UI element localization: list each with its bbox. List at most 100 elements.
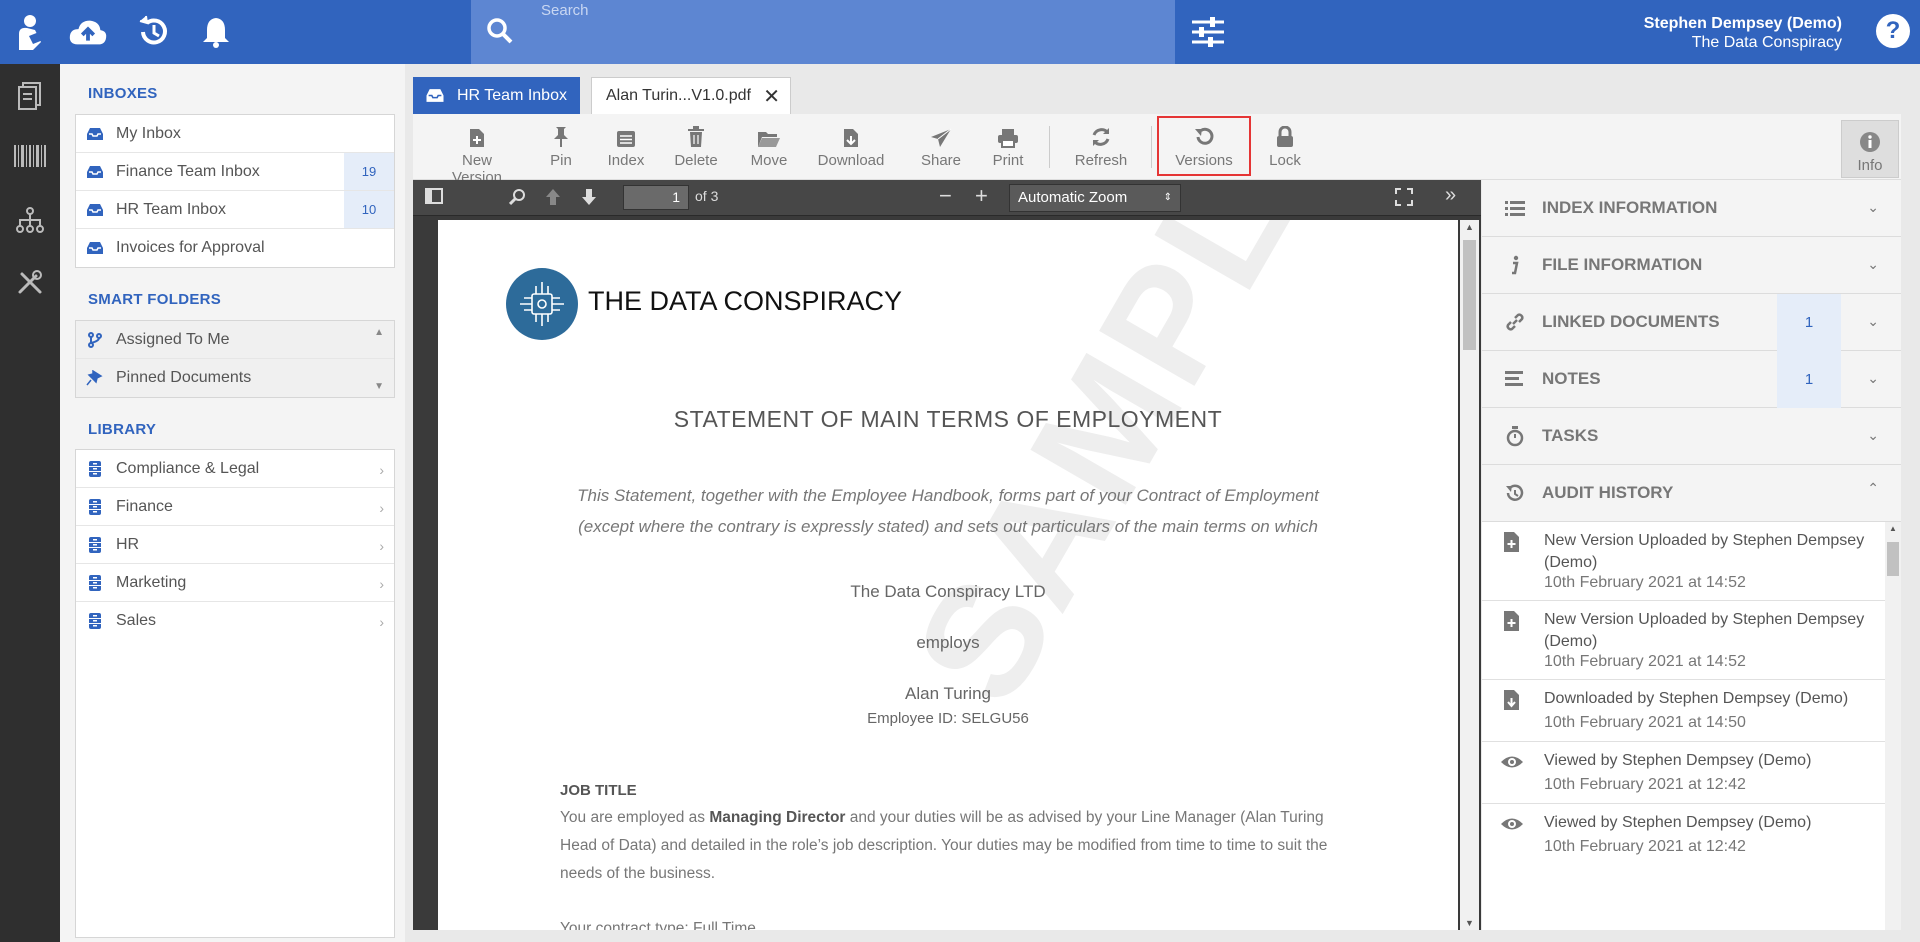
close-tab-icon[interactable]: ✕ bbox=[763, 84, 780, 109]
cloud-upload-icon[interactable] bbox=[68, 12, 108, 52]
audit-entry: Viewed by Stephen Dempsey (Demo) 10th Fe… bbox=[1482, 804, 1885, 866]
sidebar-toggle-icon[interactable] bbox=[425, 188, 443, 209]
search-input[interactable]: Search bbox=[541, 2, 589, 19]
scroll-down-icon[interactable]: ▼ bbox=[1465, 918, 1474, 928]
history-icon[interactable] bbox=[134, 12, 174, 52]
lock-icon bbox=[1277, 126, 1293, 147]
refresh-button[interactable]: Refresh bbox=[1071, 120, 1131, 176]
section-index-information[interactable]: INDEX INFORMATION ⌄ bbox=[1482, 180, 1901, 237]
pin-button[interactable]: Pin bbox=[541, 120, 581, 176]
notifications-bell-icon[interactable] bbox=[196, 12, 236, 52]
section-notes[interactable]: NOTES 1 ⌄ bbox=[1482, 351, 1901, 408]
notes-lines-icon bbox=[1505, 371, 1523, 386]
new-version-button[interactable]: New Version bbox=[435, 120, 519, 186]
inbox-item[interactable]: Invoices for Approval bbox=[76, 229, 394, 267]
versions-button[interactable]: Versions bbox=[1169, 120, 1239, 176]
inbox-item[interactable]: Finance Team Inbox 19 bbox=[76, 153, 394, 191]
pdf-scrollbar[interactable]: ▲ ▼ bbox=[1460, 220, 1479, 930]
scroll-thumb[interactable] bbox=[1463, 240, 1476, 350]
chevron-down-icon: ⌄ bbox=[1867, 199, 1879, 215]
library-heading: LIBRARY bbox=[88, 421, 157, 438]
library-item[interactable]: Compliance & Legal › bbox=[76, 450, 394, 488]
documents-icon[interactable] bbox=[14, 80, 46, 112]
section-audit-history[interactable]: AUDIT HISTORY ⌃ bbox=[1482, 465, 1901, 522]
zoom-in-icon[interactable]: + bbox=[975, 183, 988, 209]
section-title: AUDIT HISTORY bbox=[1542, 483, 1674, 502]
scroll-up-icon[interactable]: ▲ bbox=[1889, 524, 1897, 533]
tab-document[interactable]: Alan Turin...V1.0.pdf ✕ bbox=[591, 77, 791, 114]
find-icon[interactable] bbox=[508, 188, 527, 211]
inbox-icon bbox=[87, 128, 103, 140]
section-linked-documents[interactable]: LINKED DOCUMENTS 1 ⌄ bbox=[1482, 294, 1901, 351]
list-icon bbox=[1505, 201, 1525, 216]
cabinet-icon bbox=[89, 499, 101, 515]
app-logo[interactable] bbox=[0, 0, 60, 64]
undo-history-icon bbox=[1195, 127, 1214, 145]
job-role: Managing Director bbox=[709, 809, 846, 826]
library-item[interactable]: Marketing › bbox=[76, 564, 394, 602]
toolbar-divider bbox=[1151, 126, 1152, 168]
help-icon[interactable]: ? bbox=[1876, 14, 1910, 48]
audit-text: Viewed by Stephen Dempsey (Demo) bbox=[1544, 814, 1812, 831]
link-icon bbox=[1506, 313, 1524, 331]
audit-scrollbar[interactable]: ▲ bbox=[1885, 522, 1901, 930]
section-tasks[interactable]: TASKS ⌄ bbox=[1482, 408, 1901, 465]
search-bar[interactable]: Search bbox=[471, 0, 1175, 64]
inbox-item[interactable]: HR Team Inbox 10 bbox=[76, 191, 394, 229]
smart-folder-item[interactable]: Pinned Documents ▼ bbox=[76, 359, 394, 397]
lock-button[interactable]: Lock bbox=[1263, 120, 1307, 176]
zoom-out-icon[interactable]: − bbox=[939, 183, 952, 209]
page-total: of 3 bbox=[695, 188, 719, 204]
chevron-down-icon: ⌄ bbox=[1867, 313, 1879, 329]
info-button[interactable]: Info bbox=[1841, 120, 1899, 178]
next-page-icon[interactable] bbox=[581, 188, 597, 211]
lock-label: Lock bbox=[1269, 152, 1301, 169]
audit-text: Downloaded by Stephen Dempsey (Demo) bbox=[1544, 690, 1849, 707]
pdf-viewer: 1 of 3 − + Automatic Zoom ⇕ » SAMPLE DAT… bbox=[413, 180, 1481, 930]
watermark: SAMPLE DATA bbox=[878, 220, 1458, 732]
inbox-item[interactable]: My Inbox bbox=[76, 115, 394, 153]
smart-folders-list: Assigned To Me ▲ Pinned Documents ▼ bbox=[75, 320, 395, 398]
smart-folders-heading: SMART FOLDERS bbox=[88, 291, 222, 308]
inboxes-list: My Inbox Finance Team Inbox 19 HR Team I… bbox=[75, 114, 395, 268]
download-button[interactable]: Download bbox=[816, 120, 886, 176]
info-label: Info bbox=[1857, 157, 1883, 174]
tools-icon[interactable] bbox=[14, 266, 46, 298]
print-button[interactable]: Print bbox=[988, 120, 1028, 176]
section-title: NOTES bbox=[1542, 369, 1601, 388]
smart-folder-item[interactable]: Assigned To Me ▲ bbox=[76, 321, 394, 359]
file-download-icon bbox=[844, 129, 858, 147]
user-info[interactable]: Stephen Dempsey (Demo) The Data Conspira… bbox=[1644, 14, 1842, 52]
library-item[interactable]: Finance › bbox=[76, 488, 394, 526]
share-button[interactable]: Share bbox=[918, 120, 964, 176]
top-bar: Search Stephen Dempsey (Demo) The Data C… bbox=[60, 0, 1920, 64]
tab-hr-team-inbox[interactable]: HR Team Inbox bbox=[413, 77, 580, 114]
scroll-up-icon[interactable]: ▲ bbox=[374, 327, 384, 338]
section-file-information[interactable]: FILE INFORMATION ⌄ bbox=[1482, 237, 1901, 294]
scroll-thumb[interactable] bbox=[1887, 542, 1899, 576]
move-label: Move bbox=[750, 152, 788, 169]
library-label: Sales bbox=[116, 612, 157, 629]
company-name: THE DATA CONSPIRACY bbox=[588, 286, 903, 316]
barcode-icon[interactable] bbox=[14, 140, 46, 172]
scroll-down-icon[interactable]: ▼ bbox=[374, 381, 384, 392]
scroll-up-icon[interactable]: ▲ bbox=[1465, 222, 1474, 232]
tools-menu-icon[interactable]: » bbox=[1445, 184, 1456, 207]
library-item[interactable]: HR › bbox=[76, 526, 394, 564]
hierarchy-icon[interactable] bbox=[14, 204, 46, 236]
app-root: Search Stephen Dempsey (Demo) The Data C… bbox=[0, 0, 1920, 942]
filter-sliders-icon[interactable] bbox=[1190, 14, 1226, 50]
smart-folder-label: Pinned Documents bbox=[116, 369, 252, 386]
zoom-select[interactable]: Automatic Zoom ⇕ bbox=[1009, 184, 1181, 212]
library-item[interactable]: Sales › bbox=[76, 602, 394, 640]
employer-name: The Data Conspiracy LTD bbox=[850, 582, 1046, 601]
index-button[interactable]: Index bbox=[603, 120, 649, 176]
previous-page-icon[interactable] bbox=[545, 188, 561, 211]
cabinet-icon bbox=[89, 537, 101, 553]
inbox-icon bbox=[87, 166, 103, 178]
delete-button[interactable]: Delete bbox=[671, 120, 721, 176]
move-button[interactable]: Move bbox=[746, 120, 792, 176]
page-number-input[interactable]: 1 bbox=[623, 185, 689, 210]
fullscreen-icon[interactable] bbox=[1395, 188, 1413, 211]
search-icon[interactable] bbox=[485, 16, 515, 51]
